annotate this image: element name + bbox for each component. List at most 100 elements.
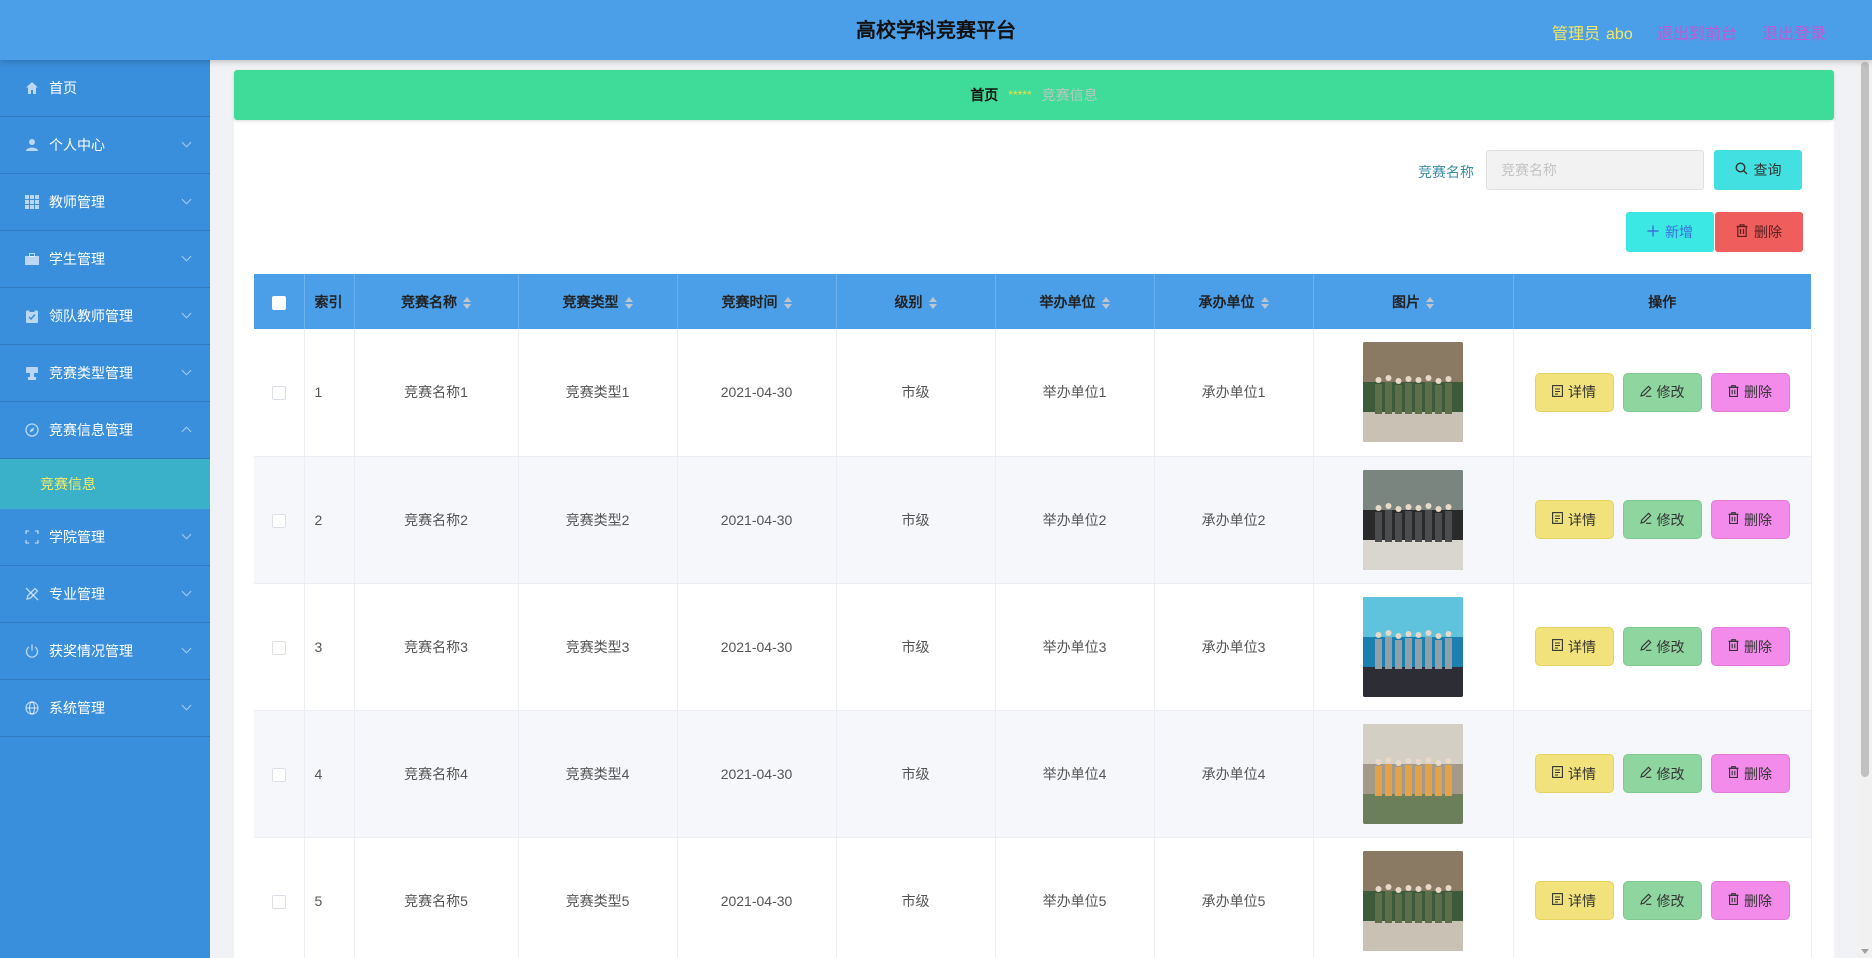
cell-organizer: 承办单位5 [1154,837,1314,958]
row-select[interactable] [254,329,305,457]
query-button[interactable]: 查询 [1714,150,1802,190]
delete-button[interactable]: 删除 [1710,754,1790,793]
row-checkbox[interactable] [271,386,286,401]
table-row: 1 竞赛名称1 竞赛类型1 2021-04-30 市级 举办单位1 承办单位1 详情 修改 删除 [254,329,1812,457]
sort-icon[interactable] [624,296,633,309]
cell-operations: 详情 修改 删除 [1513,329,1812,457]
row-checkbox[interactable] [271,513,286,528]
detail-button[interactable]: 详情 [1534,627,1614,666]
delete-button-label: 删除 [1744,384,1772,401]
logout-link[interactable]: 退出登录 [1762,20,1826,44]
sidebar-item-award-management[interactable]: 获奖情况管理 [0,623,210,680]
breadcrumb-current: 竞赛信息 [1041,87,1098,103]
edit-button-label: 修改 [1656,892,1685,909]
sort-icon[interactable] [1426,296,1434,309]
breadcrumb: 首页 ***** 竞赛信息 [234,70,1834,120]
sidebar-item-student-management[interactable]: 学生管理 [0,231,210,288]
header-organizer[interactable]: 承办单位 [1154,274,1314,329]
cell-index: 4 [304,710,355,838]
power-icon [25,644,39,658]
user-role: 管理员 [1552,26,1601,43]
header-host[interactable]: 举办单位 [995,274,1155,329]
edit-icon [1639,385,1652,400]
breadcrumb-home[interactable]: 首页 [970,85,998,105]
cell-type: 竞赛类型1 [518,329,678,457]
row-select[interactable] [254,583,305,711]
cell-image [1313,329,1514,457]
row-select[interactable] [254,710,305,838]
sidebar-item-home[interactable]: 首页 [0,60,210,117]
select-all-checkbox[interactable] [271,295,286,310]
sort-icon[interactable] [1101,296,1110,309]
chevron-down-icon [181,700,192,711]
sidebar-item-team-teacher-management[interactable]: 领队教师管理 [0,288,210,345]
sort-icon[interactable] [1260,296,1269,309]
detail-button[interactable]: 详情 [1534,881,1614,920]
compass-icon [25,423,39,437]
competition-photo[interactable] [1363,596,1463,697]
sidebar-item-teacher-management[interactable]: 教师管理 [0,174,210,231]
sidebar-item-college-management[interactable]: 学院管理 [0,509,210,566]
header-select-all[interactable] [254,274,305,329]
delete-button[interactable]: 删除 [1710,372,1790,412]
competition-photo[interactable] [1363,723,1463,824]
cell-host: 举办单位4 [995,710,1155,838]
header-image[interactable]: 图片 [1313,274,1514,329]
sidebar-item-label: 学生管理 [49,251,105,267]
sidebar-item-personal-center[interactable]: 个人中心 [0,117,210,174]
header-level[interactable]: 级别 [836,274,996,329]
sidebar-subitem-competition-info[interactable]: 竞赛信息 [0,459,210,509]
sort-icon[interactable] [463,296,471,309]
cell-type: 竞赛类型3 [518,583,678,711]
back-to-front-link[interactable]: 退出到前台 [1657,20,1737,44]
detail-button[interactable]: 详情 [1534,500,1614,539]
cell-host: 举办单位5 [995,837,1155,958]
sidebar-item-competition-type-management[interactable]: 竞赛类型管理 [0,345,210,402]
cell-type: 竞赛类型4 [518,710,678,838]
cell-operations: 详情 修改 删除 [1513,583,1812,711]
grid-icon [25,195,39,209]
page-scrollbar[interactable] [1858,60,1872,958]
edit-button[interactable]: 修改 [1622,627,1702,666]
document-icon [1552,766,1563,781]
edit-button[interactable]: 修改 [1622,754,1702,793]
cell-index: 2 [304,456,355,584]
detail-button[interactable]: 详情 [1534,372,1614,412]
sort-icon[interactable] [783,296,792,309]
batch-delete-button[interactable]: 删除 [1715,212,1803,252]
competition-photo[interactable] [1363,850,1463,951]
chevron-down-icon [181,586,192,597]
sidebar-item-competition-info-management[interactable]: 竞赛信息管理 [0,402,210,459]
cell-operations: 详情 修改 删除 [1513,837,1812,958]
sort-icon[interactable] [928,296,937,309]
delete-button[interactable]: 删除 [1710,881,1790,920]
globe-icon [25,701,39,715]
edit-icon [1639,512,1652,527]
sidebar-item-system-management[interactable]: 系统管理 [0,680,210,737]
header-time[interactable]: 竞赛时间 [677,274,837,329]
competition-photo[interactable] [1363,342,1463,443]
edit-button[interactable]: 修改 [1622,372,1702,412]
edit-button[interactable]: 修改 [1622,881,1702,920]
competition-photo[interactable] [1363,469,1463,570]
search-input[interactable] [1486,150,1704,190]
sidebar-item-label: 获奖情况管理 [49,643,133,659]
row-select[interactable] [254,456,305,584]
detail-button[interactable]: 详情 [1534,754,1614,793]
sidebar-item-major-management[interactable]: 专业管理 [0,566,210,623]
header-name[interactable]: 竞赛名称 [354,274,519,329]
add-button[interactable]: 新增 [1626,212,1714,252]
row-select[interactable] [254,837,305,958]
row-checkbox[interactable] [271,767,286,782]
row-checkbox[interactable] [271,640,286,655]
row-checkbox[interactable] [271,894,286,909]
delete-button[interactable]: 删除 [1710,500,1790,539]
cell-time: 2021-04-30 [677,456,837,584]
header-type[interactable]: 竞赛类型 [518,274,678,329]
delete-button[interactable]: 删除 [1710,627,1790,666]
scrollbar-thumb[interactable] [1861,62,1869,777]
edit-button[interactable]: 修改 [1622,500,1702,539]
cell-name: 竞赛名称2 [354,456,519,584]
edit-icon [1639,893,1652,908]
scroll-down-arrow-icon[interactable] [1861,949,1869,954]
